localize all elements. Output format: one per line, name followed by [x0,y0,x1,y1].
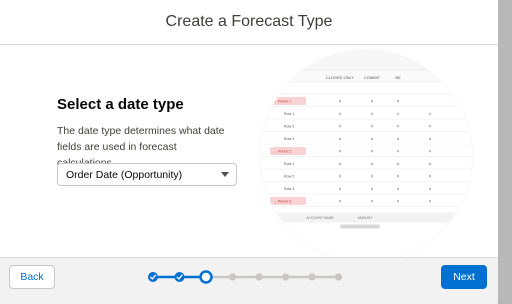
progress-step-incomplete[interactable] [228,273,237,281]
preview-row-label: Row 3 [284,187,294,191]
progress-step-complete[interactable] [174,272,185,282]
progress-step-current[interactable] [199,270,213,284]
preview-scrollbar [340,224,380,229]
date-type-select[interactable]: Order Date (Opportunity) [57,163,237,186]
preview-period-label: ⌄ Period 3 [274,200,291,204]
back-button[interactable]: Back [9,265,55,289]
modal-title: Create a Forecast Type [165,13,333,30]
preview-row-label: Row 3 [284,137,294,141]
preview-column-header: CLOSED ONLY [326,75,354,80]
create-forecast-type-modal: Create a Forecast Type Select a date typ… [0,0,498,304]
modal-footer: Back Next [0,257,498,304]
preview-period-label: ⌄ Period 1 [274,100,291,104]
next-button[interactable]: Next [441,265,487,289]
preview-column-header: COMMIT [364,75,381,80]
modal-header: Create a Forecast Type [0,0,498,45]
forecast-table-preview: CLOSED ONLY COMMIT BE ES ⌄ Period 1 # # # Row 1 #… [260,50,472,262]
preview-table-graphic: CLOSED ONLY COMMIT BEES⌄ Period 1 # # #Row 1 #… [260,50,472,262]
preview-footer-label: AMOUNT [358,216,373,220]
preview-footer-label: ACCOUNT NAME [306,216,334,220]
step-heading: Select a date type [57,96,184,113]
modal-body: Select a date type The date type determi… [0,45,498,262]
progress-step-incomplete[interactable] [281,273,290,281]
preview-period-label: ⌄ Period 2 [274,150,291,154]
progress-step-incomplete[interactable] [308,273,316,281]
progress-step-incomplete[interactable] [334,273,343,281]
preview-row-label: Row 2 [284,125,294,129]
preview-first-column-header: ES [274,87,280,92]
progress-step-complete[interactable] [148,272,158,282]
progress-step-incomplete[interactable] [255,273,263,281]
page-backdrop-edge [498,0,512,303]
preview-row-label: Row 2 [284,175,294,179]
preview-row-label: Row 1 [284,112,294,116]
date-type-selected-value: Order Date (Opportunity) [66,168,183,181]
chevron-down-icon [221,172,229,177]
preview-row-label: Row 1 [284,162,294,166]
progress-indicator [140,268,360,286]
progress-steps [148,270,343,284]
preview-column-header: BE [395,75,401,80]
